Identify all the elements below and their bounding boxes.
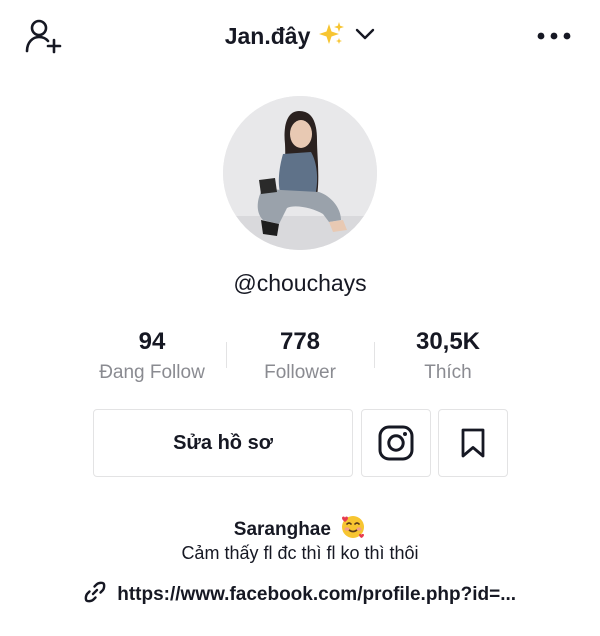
more-button[interactable]	[534, 26, 574, 46]
stats-row: 94 Đang Follow 778 Follower 30,5K Thích	[78, 328, 522, 384]
link-icon	[84, 581, 106, 603]
following-stat[interactable]: 94 Đang Follow	[78, 328, 226, 384]
likes-label: Thích	[424, 362, 472, 383]
followers-count: 778	[279, 328, 321, 355]
following-label: Đang Follow	[99, 362, 205, 383]
edit-profile-button[interactable]: Sửa hồ sơ	[93, 409, 353, 477]
bio-name-text: Saranghae	[233, 519, 331, 540]
bio-name: Saranghae	[0, 514, 600, 546]
smiling-face-with-hearts-icon	[340, 514, 366, 546]
account-title: Jan.đây	[224, 23, 311, 49]
account-switcher[interactable]: Jan.đây	[0, 20, 600, 53]
bookmark-icon	[461, 428, 485, 458]
avatar[interactable]	[223, 96, 377, 250]
bio-link[interactable]: https://www.facebook.com/profile.php?id=…	[0, 581, 600, 606]
edit-profile-label: Sửa hồ sơ	[173, 431, 273, 454]
instagram-icon	[378, 425, 414, 461]
likes-stat[interactable]: 30,5K Thích	[374, 328, 522, 384]
followers-stat[interactable]: 778 Follower	[226, 328, 374, 384]
avatar-photo	[223, 96, 377, 250]
instagram-button[interactable]	[361, 409, 431, 477]
followers-label: Follower	[264, 362, 336, 383]
username: @chouchays	[233, 270, 367, 296]
favorites-button[interactable]	[438, 409, 508, 477]
sparkles-icon	[317, 20, 345, 53]
top-bar: Jan.đây	[0, 0, 600, 72]
bio-link-text: https://www.facebook.com/profile.php?id=…	[117, 584, 517, 605]
bio-text: Cảm thấy fl đc thì fl ko thì thôi	[181, 543, 419, 563]
more-icon	[537, 32, 571, 40]
chevron-down-icon	[355, 27, 375, 46]
likes-count: 30,5K	[415, 328, 481, 355]
following-count: 94	[138, 328, 166, 355]
